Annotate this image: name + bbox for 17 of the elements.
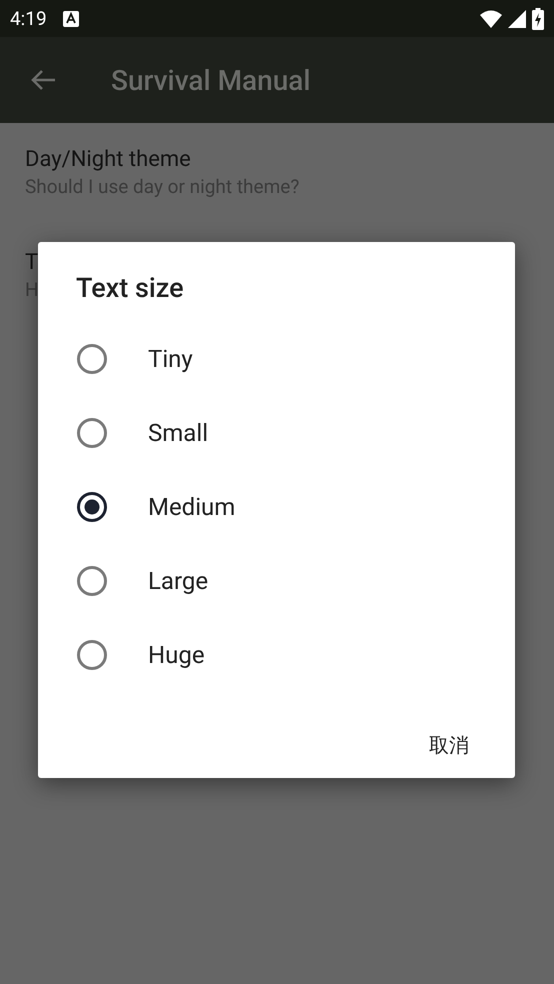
radio-option[interactable]: Medium [76,470,236,544]
dialog-title: Text size [76,272,185,304]
app-title: Survival Manual [111,64,311,96]
radio-option[interactable]: Tiny [76,322,193,396]
battery-charging-icon [532,8,544,30]
cancel-button[interactable]: 取消 [417,724,481,767]
font-notification-icon [62,10,79,26]
radio-option[interactable]: Huge [76,618,205,692]
back-button[interactable] [30,68,56,92]
setting-title: T [25,250,38,275]
radio-option[interactable]: Large [76,544,208,618]
radio-option[interactable]: Small [76,396,208,470]
status-time: 4:19 [10,7,47,30]
signal-icon [508,10,526,28]
back-arrow-icon [30,68,56,92]
setting-title: Day/Night theme [25,147,191,172]
wifi-icon [480,10,502,28]
